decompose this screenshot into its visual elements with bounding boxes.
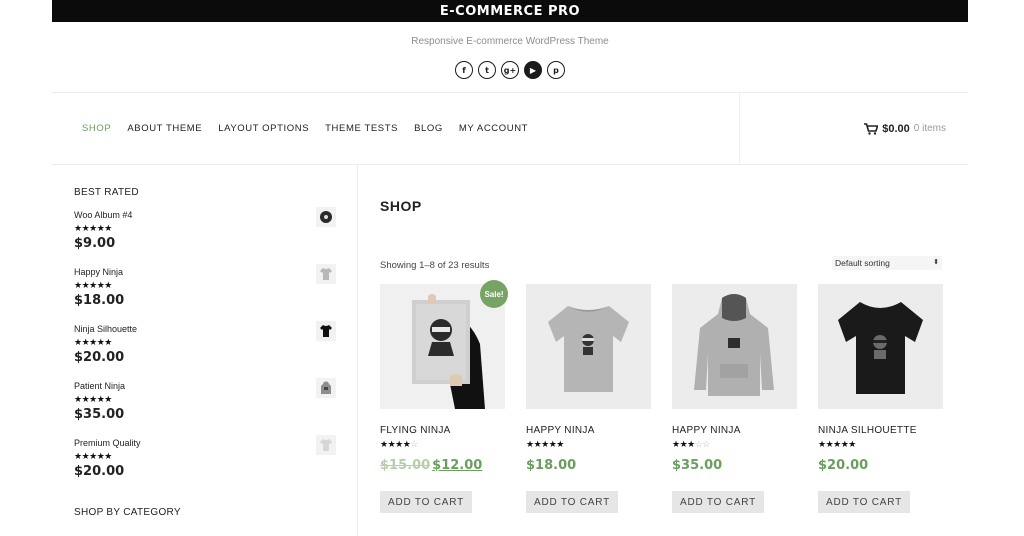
- google-plus-icon[interactable]: g+: [501, 61, 519, 79]
- best-rated-item[interactable]: Happy Ninja ★★★★★ $18.00: [74, 264, 336, 319]
- album-icon: [320, 211, 332, 223]
- tshirt-icon: [320, 439, 332, 451]
- hoodie-icon: [321, 381, 331, 394]
- select-arrows-icon: ⬍: [933, 259, 939, 266]
- star-rating: ★★★★★: [74, 451, 112, 461]
- product-grid: Sale! FLYING NINJA ★★★★☆ $15.00 $12.00 A…: [380, 280, 943, 513]
- product-price: $20.00: [818, 458, 869, 473]
- nav-item-theme-tests[interactable]: THEME TESTS: [325, 123, 398, 134]
- best-rated-item[interactable]: Ninja Silhouette ★★★★★ $20.00: [74, 321, 336, 376]
- tshirt-icon: [320, 325, 332, 337]
- grey-tshirt-image: [526, 284, 651, 409]
- twitter-icon[interactable]: t: [478, 61, 496, 79]
- star-rating: ★★★☆☆: [672, 439, 710, 449]
- product-card: HAPPY NINJA ★★★★★ $18.00 ADD TO CART: [526, 284, 651, 513]
- product-card: Sale! FLYING NINJA ★★★★☆ $15.00 $12.00 A…: [380, 280, 508, 513]
- nav-divider: [739, 93, 740, 164]
- nav-item-layout-options[interactable]: LAYOUT OPTIONS: [218, 123, 309, 134]
- sale-badge: Sale!: [480, 280, 508, 308]
- header-cart[interactable]: $0.00 0 items: [864, 93, 946, 164]
- product-price: $15.00 $12.00: [380, 458, 505, 473]
- star-rating: ★★★★★: [74, 337, 112, 347]
- product-price: $20.00: [74, 350, 125, 365]
- page-title: SHOP: [380, 198, 422, 214]
- main-navigation-row: SHOP ABOUT THEME LAYOUT OPTIONS THEME TE…: [52, 92, 968, 165]
- add-to-cart-button[interactable]: ADD TO CART: [672, 491, 764, 513]
- best-rated-heading: BEST RATED: [74, 187, 139, 198]
- product-title[interactable]: FLYING NINJA: [380, 425, 505, 436]
- product-price: $18.00: [74, 293, 125, 308]
- site-title[interactable]: E-COMMERCE PRO: [440, 4, 580, 19]
- product-title[interactable]: NINJA SILHOUETTE: [818, 425, 943, 436]
- site-tagline: Responsive E-commerce WordPress Theme: [411, 36, 609, 47]
- product-price: $9.00: [74, 236, 116, 251]
- product-thumbnail[interactable]: [316, 378, 336, 398]
- nav-item-blog[interactable]: BLOG: [414, 123, 443, 134]
- nav-item-shop[interactable]: SHOP: [82, 123, 111, 134]
- main-navigation: SHOP ABOUT THEME LAYOUT OPTIONS THEME TE…: [82, 93, 528, 164]
- product-thumbnail[interactable]: [316, 321, 336, 341]
- star-rating: ★★★★★: [818, 439, 856, 449]
- product-price: $35.00: [74, 407, 125, 422]
- tshirt-icon: [320, 268, 332, 280]
- cart-total: $0.00: [882, 122, 910, 135]
- shop-by-category-heading: SHOP BY CATEGORY: [74, 507, 181, 518]
- header-bar: E-COMMERCE PRO: [52, 0, 968, 22]
- social-links: f t g+ ▶ p: [52, 61, 968, 79]
- add-to-cart-button[interactable]: ADD TO CART: [818, 491, 910, 513]
- product-link[interactable]: Ninja Silhouette: [74, 324, 137, 334]
- product-image[interactable]: [672, 284, 797, 409]
- product-thumbnail[interactable]: [316, 264, 336, 284]
- product-link[interactable]: Premium Quality: [74, 438, 141, 448]
- site-wrapper: E-COMMERCE PRO Responsive E-commerce Wor…: [52, 0, 968, 536]
- cart-icon: [864, 122, 879, 135]
- pinterest-icon[interactable]: p: [547, 61, 565, 79]
- best-rated-item[interactable]: Woo Album #4 ★★★★★ $9.00: [74, 207, 336, 262]
- add-to-cart-button[interactable]: ADD TO CART: [526, 491, 618, 513]
- youtube-icon[interactable]: ▶: [524, 61, 542, 79]
- product-card: NINJA SILHOUETTE ★★★★★ $20.00 ADD TO CAR…: [818, 284, 943, 513]
- product-link[interactable]: Woo Album #4: [74, 210, 132, 220]
- product-image[interactable]: [526, 284, 651, 409]
- star-rating: ★★★★☆: [380, 439, 418, 449]
- star-rating: ★★★★★: [74, 223, 112, 233]
- hoodie-image: [672, 284, 797, 409]
- add-to-cart-button[interactable]: ADD TO CART: [380, 491, 472, 513]
- nav-item-about-theme[interactable]: ABOUT THEME: [127, 123, 202, 134]
- product-image[interactable]: [818, 284, 943, 409]
- price-old: $15.00: [380, 458, 431, 473]
- star-rating: ★★★★★: [74, 394, 112, 404]
- result-count: Showing 1–8 of 23 results: [380, 260, 490, 271]
- best-rated-item[interactable]: Premium Quality ★★★★★ $20.00: [74, 435, 336, 490]
- product-price: $20.00: [74, 464, 125, 479]
- product-price: $35.00: [672, 458, 723, 473]
- shop-main: SHOP Showing 1–8 of 23 results Default s…: [380, 165, 946, 536]
- sort-select[interactable]: Default sorting ⬍: [832, 256, 942, 270]
- sidebar: BEST RATED Woo Album #4 ★★★★★ $9.00 Happ…: [52, 165, 358, 536]
- product-card: HAPPY NINJA ★★★☆☆ $35.00 ADD TO CART: [672, 284, 797, 513]
- product-title[interactable]: HAPPY NINJA: [672, 425, 797, 436]
- product-thumbnail[interactable]: [316, 207, 336, 227]
- star-rating: ★★★★★: [526, 439, 564, 449]
- best-rated-item[interactable]: Patient Ninja ★★★★★ $35.00: [74, 378, 336, 433]
- price-sale: $12.00: [432, 458, 483, 473]
- black-tshirt-image: [818, 284, 943, 409]
- product-price: $18.00: [526, 458, 577, 473]
- product-link[interactable]: Happy Ninja: [74, 267, 123, 277]
- product-thumbnail[interactable]: [316, 435, 336, 455]
- nav-item-my-account[interactable]: MY ACCOUNT: [459, 123, 528, 134]
- star-rating: ★★★★★: [74, 280, 112, 290]
- product-title[interactable]: HAPPY NINJA: [526, 425, 651, 436]
- facebook-icon[interactable]: f: [455, 61, 473, 79]
- product-link[interactable]: Patient Ninja: [74, 381, 125, 391]
- sort-select-value: Default sorting: [835, 258, 890, 268]
- cart-item-count: 0 items: [913, 123, 946, 134]
